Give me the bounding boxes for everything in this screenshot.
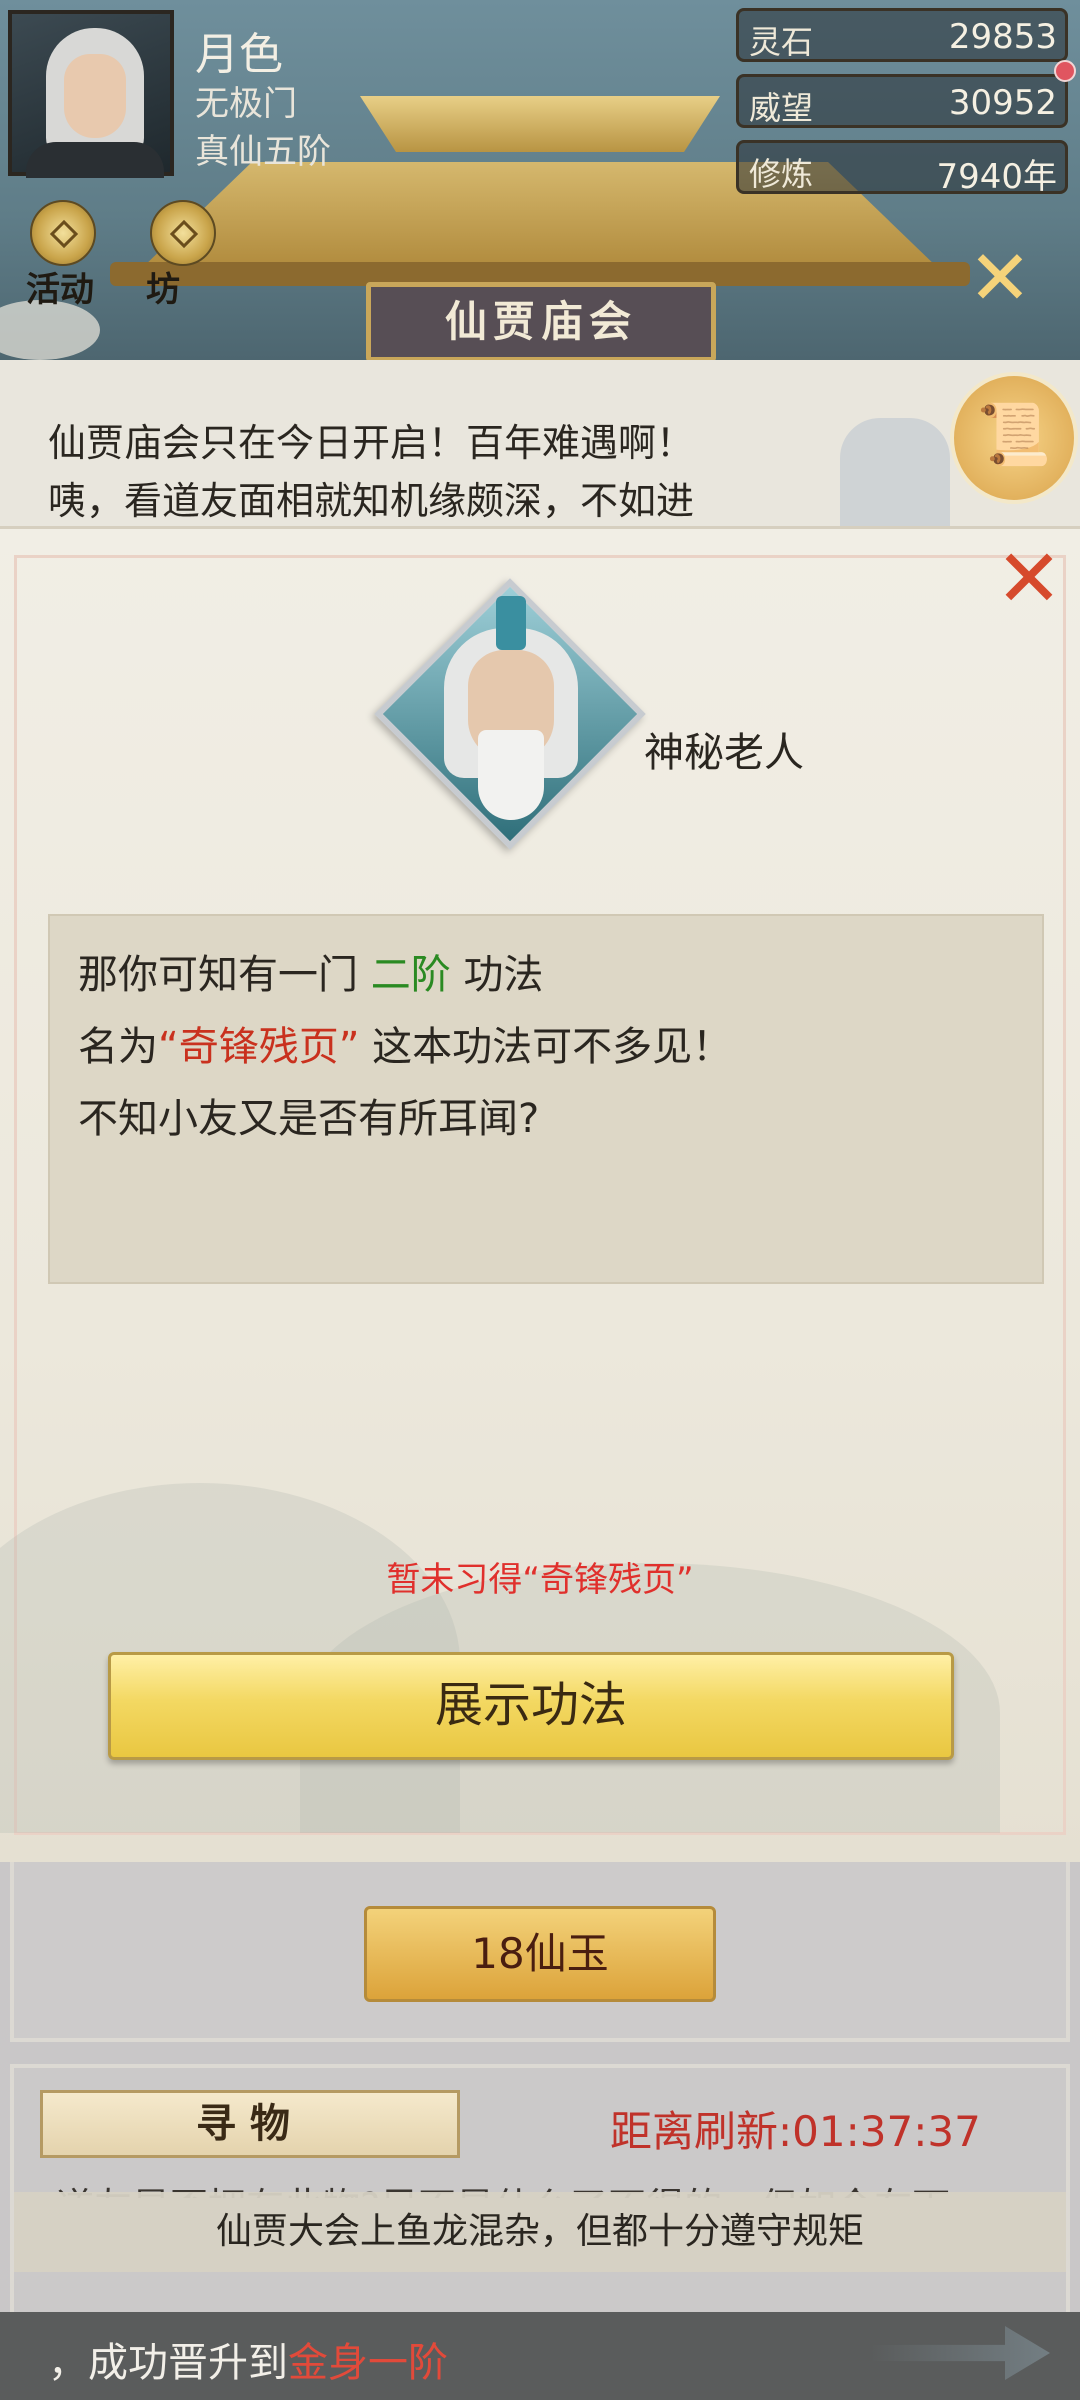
dialog-text: 那你可知有一门: [78, 952, 358, 998]
nav-market-label[interactable]: 坊: [146, 262, 180, 311]
speech-text: 仙贾庙会只在今日开启！百年难遇啊！ 咦，看道友面相就知机缘颇深，不如进: [48, 414, 828, 530]
stat-label: 灵石: [749, 23, 814, 61]
stat-label: 威望: [749, 89, 814, 127]
speech-line: 仙贾庙会只在今日开启！百年难遇啊！: [48, 421, 695, 465]
stat-label: 修炼: [749, 155, 814, 193]
npc-portrait-crown: [496, 596, 526, 650]
toast-message: 仙贾大会上鱼龙混杂，但都十分遵守规矩: [14, 2192, 1066, 2272]
seek-tag: 寻物: [40, 2090, 460, 2158]
news-text: ，成功晋升到金身一阶: [48, 2330, 448, 2388]
warning-text: 暂未习得“奇锋残页”: [386, 1560, 694, 1600]
stat-spirit-stone: 灵石 29853: [736, 8, 1068, 62]
skill-name: “奇锋残页”: [158, 1024, 360, 1070]
temple-roof-top: [360, 96, 720, 152]
stat-prestige: 威望 30952: [736, 74, 1068, 128]
stat-value: 30952: [948, 83, 1057, 123]
player-name: 月色: [195, 29, 283, 80]
dialog-line-2: 名为“奇锋残页” 这本功法可不多见！: [78, 1014, 732, 1072]
news-realm: 金身一阶: [288, 2340, 448, 2386]
dialog-box: 那你可知有一门 二阶 功法 名为“奇锋残页” 这本功法可不多见！ 不知小友又是否…: [48, 914, 1044, 1284]
activity-icon[interactable]: [30, 200, 96, 266]
dialog-text: 这本功法可不多见！: [372, 1024, 733, 1070]
stat-value: 29853: [948, 17, 1057, 57]
scroll-icon[interactable]: 📜: [950, 372, 1078, 504]
dialog-text: 名为: [78, 1024, 158, 1070]
close-icon[interactable]: ✕: [960, 240, 1040, 320]
dialog-text: 功法: [463, 952, 544, 998]
buy-button[interactable]: 18仙玉: [364, 1906, 716, 2002]
elder-figure: [840, 418, 950, 533]
speech-line: 咦，看道友面相就知机缘颇深，不如进: [48, 479, 695, 523]
npc-portrait-beard: [478, 730, 544, 820]
show-skill-button[interactable]: 展示功法: [108, 1652, 954, 1760]
refresh-timer: 距离刷新:01:37:37: [610, 2098, 981, 2159]
dialog-line-1: 那你可知有一门 二阶 功法: [78, 942, 543, 1000]
event-title: 仙贾庙会: [366, 282, 716, 362]
market-icon[interactable]: [150, 200, 216, 266]
skill-grade: 二阶: [370, 952, 451, 998]
refresh-label: 距离刷新:: [610, 2107, 793, 2156]
npc-name: 神秘老人: [644, 730, 804, 776]
player-avatar[interactable]: [8, 10, 174, 178]
stat-cultivation: 修炼 7940年: [736, 140, 1068, 197]
refresh-time: 01:37:37: [792, 2107, 981, 2156]
dialog-line-3: 不知小友又是否有所耳闻?: [78, 1096, 540, 1142]
stat-value: 7940年: [936, 157, 1057, 197]
close-icon[interactable]: ✕: [990, 539, 1068, 622]
player-rank: 真仙五阶: [195, 132, 331, 172]
player-sect: 无极门: [195, 84, 297, 124]
nav-activity-label[interactable]: 活动: [26, 262, 94, 311]
news-prefix: ，成功晋升到: [48, 2340, 288, 2386]
notification-dot: [1054, 60, 1076, 82]
